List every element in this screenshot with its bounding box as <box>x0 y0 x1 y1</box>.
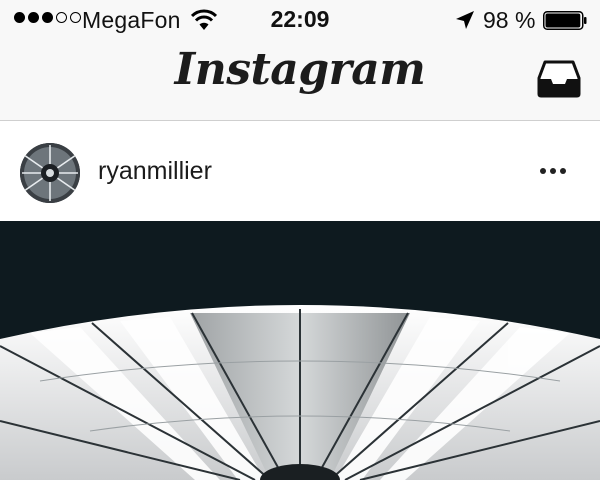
signal-dot <box>70 12 81 23</box>
inbox-button[interactable] <box>537 60 581 98</box>
signal-dot <box>28 12 39 23</box>
battery-icon <box>543 11 587 30</box>
instagram-logo: Instagram <box>174 44 426 95</box>
more-horizontal-icon <box>560 168 566 174</box>
post-header: ryanmillier <box>0 121 600 221</box>
post-username[interactable]: ryanmillier <box>98 157 212 186</box>
signal-strength-icon <box>14 12 81 23</box>
carrier-name: MegaFon <box>82 7 181 33</box>
avatar-image <box>20 143 80 203</box>
nav-bar: Instagram <box>0 40 600 121</box>
post-photo[interactable] <box>0 221 600 480</box>
location-arrow-icon <box>456 11 474 29</box>
more-options-button[interactable] <box>540 161 574 181</box>
signal-dot <box>14 12 25 23</box>
wifi-icon <box>191 9 217 30</box>
battery-percent: 98 % <box>483 7 536 33</box>
signal-dot <box>56 12 67 23</box>
avatar[interactable] <box>20 143 80 203</box>
status-bar: MegaFon 22:09 98 % <box>0 0 600 40</box>
more-horizontal-icon <box>550 168 556 174</box>
more-horizontal-icon <box>540 168 546 174</box>
post-image <box>0 221 600 480</box>
signal-dot <box>42 12 53 23</box>
inbox-icon <box>537 60 581 98</box>
